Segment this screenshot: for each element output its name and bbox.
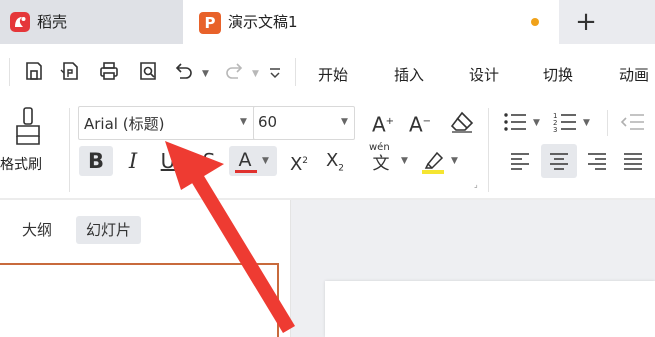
undo-dropdown-icon[interactable]: ▼ [202,69,209,79]
format-painter-label[interactable]: 格式刷 [0,154,42,174]
underline-icon[interactable]: U [155,147,181,175]
font-color-dropdown-icon[interactable]: ▼ [262,156,269,166]
font-color-swatch [235,170,257,173]
justify-icon[interactable] [621,150,645,172]
ribbon-group-divider [488,108,489,192]
bold-icon[interactable]: B [79,146,113,176]
align-left-icon[interactable] [508,150,532,172]
font-size-dropdown-icon[interactable]: ▼ [341,117,348,127]
tab-slides[interactable]: 幻灯片 [76,216,142,244]
toolbar-divider [295,58,296,86]
font-dialog-launcher-icon[interactable]: ⌟ [474,180,478,189]
font-family-value: Arial (标题) [84,115,165,133]
presentation-logo-icon: P [199,12,221,34]
tab-document-label: 演示文稿1 [228,13,298,31]
toolbar-divider [9,58,10,86]
save-icon[interactable] [24,60,44,82]
print-icon[interactable] [99,60,119,82]
new-tab-button[interactable]: + [575,6,597,38]
tab-docer-label: 稻壳 [37,13,68,31]
superscript-icon[interactable]: X2 [284,147,314,175]
highlight-icon[interactable] [420,148,448,176]
print-preview-icon[interactable] [138,60,158,82]
redo-dropdown-icon: ▼ [252,69,259,79]
increase-font-icon[interactable]: A+ [368,108,398,137]
clear-format-icon[interactable] [448,110,476,134]
slide-thumbnail[interactable] [0,263,279,337]
tab-outline[interactable]: 大纲 [12,216,62,244]
font-color-icon[interactable]: A [233,146,257,172]
ribbon-tab-home[interactable]: 开始 [318,64,348,85]
ribbon-tab-animation[interactable]: 动画 [619,64,649,85]
strikethrough-icon[interactable]: S [196,147,222,175]
font-family-dropdown-icon[interactable]: ▼ [240,117,247,127]
bullets-dropdown-icon[interactable]: ▼ [533,118,540,128]
ribbon-group-divider [69,108,70,192]
unsaved-indicator-icon [531,18,539,26]
bullets-icon[interactable] [502,110,528,134]
ribbon-tab-transitions[interactable]: 切换 [543,64,573,85]
align-center-icon[interactable] [547,150,571,172]
customize-dropdown-icon[interactable] [268,66,282,80]
phonetic-dropdown-icon[interactable]: ▼ [401,156,408,166]
export-pdf-icon[interactable] [60,60,80,82]
docer-logo-icon [10,12,30,32]
ribbon-group-divider [607,110,608,136]
numbering-dropdown-icon[interactable]: ▼ [583,118,590,128]
format-painter-icon[interactable] [14,106,42,148]
redo-icon [226,63,243,79]
svg-text:3: 3 [553,126,557,134]
ribbon-tab-design[interactable]: 设计 [469,64,499,85]
numbering-icon[interactable]: 1 2 3 [552,110,578,134]
font-size-value: 60 [258,113,278,131]
decrease-indent-icon[interactable] [620,110,646,134]
decrease-font-icon[interactable]: A− [405,108,435,137]
align-right-icon[interactable] [585,150,609,172]
slide-canvas[interactable] [325,281,655,337]
ribbon-tab-insert[interactable]: 插入 [394,64,424,85]
highlight-dropdown-icon[interactable]: ▼ [451,156,458,166]
italic-icon[interactable]: I [120,147,146,175]
phonetic-guide-icon[interactable]: 文 [368,150,394,178]
undo-icon[interactable] [173,60,193,82]
subscript-icon[interactable]: X2 [320,147,350,175]
